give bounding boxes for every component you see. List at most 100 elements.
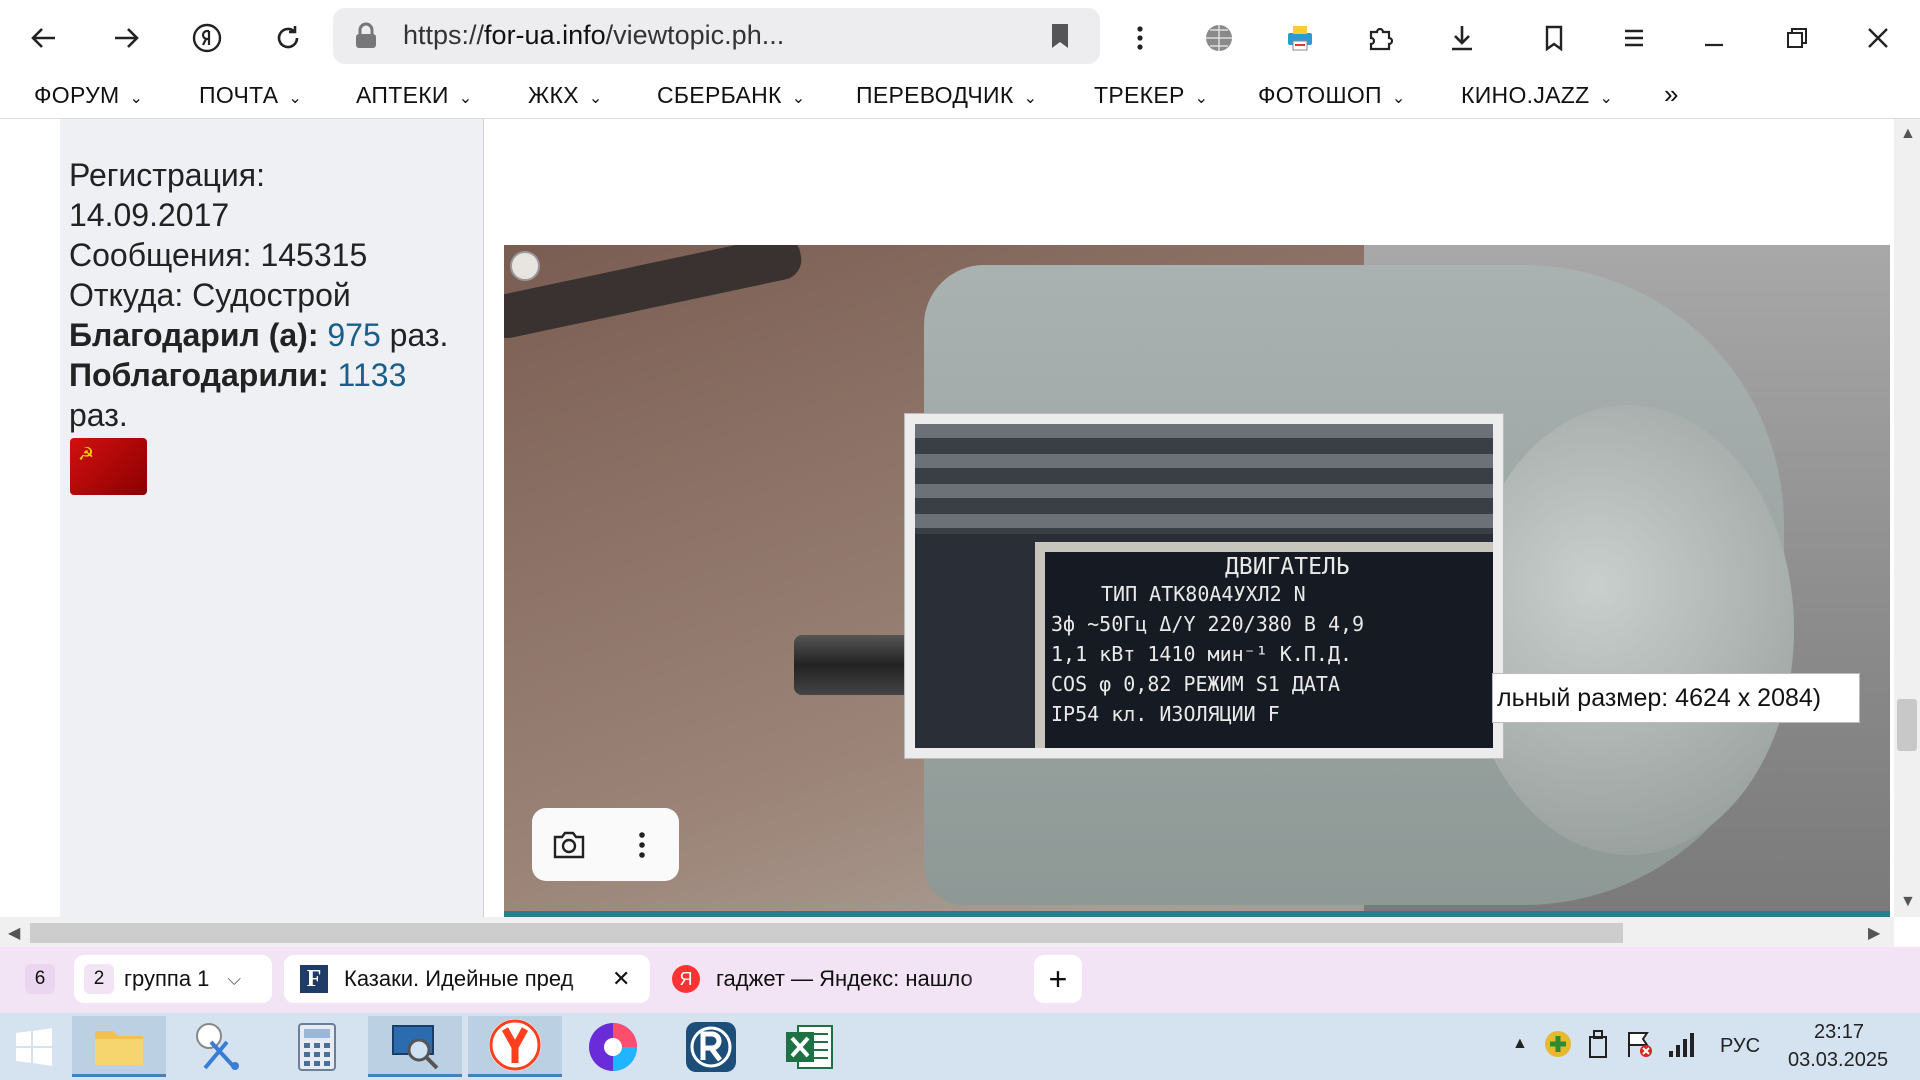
image-more-button[interactable] <box>605 808 678 881</box>
bookmark-translator[interactable]: ПЕРЕВОДЧИК ⌄ <box>856 82 1037 109</box>
taskbar-explorer[interactable] <box>72 1016 166 1077</box>
main-menu-button[interactable] <box>1610 14 1658 62</box>
bookmarks-more-button[interactable]: » <box>1664 79 1679 110</box>
tab-close-icon[interactable]: ✕ <box>612 966 630 992</box>
chevron-down-icon: ⌄ <box>791 90 806 107</box>
tab-count[interactable]: 6 <box>12 955 68 1003</box>
image-actions-pill <box>532 808 679 881</box>
thanked-line: Благодарил (а): 975 раз. <box>69 317 449 353</box>
image-size-tooltip: льный размер: 4624 x 2084) <box>1492 673 1860 723</box>
back-button[interactable] <box>20 14 68 62</box>
colorful-sphere-icon <box>589 1022 637 1071</box>
extensions-button[interactable] <box>1357 14 1405 62</box>
flag-alert-icon <box>1628 1032 1652 1057</box>
reload-button[interactable] <box>264 14 312 62</box>
tab-kazaki[interactable]: F Казаки. Идейные пред ✕ <box>284 955 650 1003</box>
print-extension-button[interactable] <box>1276 14 1324 62</box>
language-indicator[interactable]: РУС <box>1720 1035 1760 1058</box>
bookmark-zhkh[interactable]: ЖКХ ⌄ <box>528 82 603 109</box>
nameplate-line-power: 1,1 кВт 1410 мин⁻¹ К.П.Д. <box>1051 642 1353 666</box>
vertical-scroll-thumb[interactable] <box>1897 699 1917 751</box>
green-plus-icon <box>1545 1031 1571 1057</box>
bookmark-sberbank[interactable]: СБЕРБАНК ⌄ <box>657 82 805 109</box>
bookmark-photoshop[interactable]: ФОТОШОП ⌄ <box>1258 82 1406 109</box>
close-button[interactable] <box>1854 14 1902 62</box>
forward-button[interactable] <box>102 14 150 62</box>
address-bar[interactable]: https://for-ua.info/viewtopic.ph... <box>333 8 1100 64</box>
downloads-button[interactable] <box>1438 14 1486 62</box>
tab-group[interactable]: 2 группа 1 ⌵ <box>74 955 272 1003</box>
taskbar-app-r[interactable] <box>664 1016 758 1077</box>
tray-app-icon[interactable] <box>1543 1029 1573 1065</box>
collections-icon <box>1545 25 1563 52</box>
start-button[interactable] <box>0 1016 68 1077</box>
new-tab-button[interactable]: + <box>1034 955 1082 1003</box>
globe-icon <box>1206 25 1232 51</box>
image-search-button[interactable] <box>532 808 605 881</box>
yandex-button[interactable] <box>183 14 231 62</box>
download-icon <box>1452 26 1472 51</box>
monitor-search-icon <box>392 1025 439 1070</box>
arrow-left-icon <box>31 28 55 48</box>
collections-button[interactable] <box>1530 14 1578 62</box>
url-text: https://for-ua.info/viewtopic.ph... <box>403 20 785 50</box>
photo-motor-fan-cover <box>1464 405 1794 855</box>
zoom-in-icon[interactable] <box>510 251 540 281</box>
clock-time[interactable]: 23:17 <box>1814 1021 1864 1044</box>
bookmark-tracker[interactable]: ТРЕКЕР ⌄ <box>1094 82 1208 109</box>
taskbar-snipping[interactable] <box>172 1016 266 1077</box>
taskbar-app-sphere[interactable] <box>566 1016 660 1077</box>
bookmark-icon[interactable] <box>1049 22 1071 50</box>
nameplate-image: ДВИГАТЕЛЬ ТИП АТК80А4УХЛ2 N 3ф ~50Гц Δ/Y… <box>915 424 1493 748</box>
minimize-button[interactable] <box>1690 14 1738 62</box>
nameplate-line-type: ТИП АТК80А4УХЛ2 N <box>1101 582 1306 606</box>
bookmark-kinojazz[interactable]: КИНО.JAZZ ⌄ <box>1461 82 1613 109</box>
puzzle-icon <box>1369 27 1394 51</box>
calculator-icon <box>298 1022 336 1071</box>
ussr-flag-icon: ☭ <box>70 438 147 495</box>
vertical-scrollbar[interactable]: ▲ ▼ <box>1894 119 1920 917</box>
taskbar-remote-desktop[interactable] <box>368 1016 462 1077</box>
scroll-up-icon[interactable]: ▲ <box>1900 125 1916 143</box>
got-thanked-line: Поблагодарили: 1133 <box>69 357 407 393</box>
chevron-down-icon: ⌄ <box>1023 90 1038 107</box>
tray-network-icon[interactable] <box>1666 1029 1696 1065</box>
plus-icon: + <box>1048 960 1068 997</box>
got-thanked-link[interactable]: 1133 <box>338 357 407 393</box>
nameplate-title: ДВИГАТЕЛЬ <box>1225 554 1350 580</box>
bookmark-forum[interactable]: ФОРУМ ⌄ <box>34 82 143 109</box>
tray-expand-icon[interactable]: ▲ <box>1512 1035 1528 1053</box>
got-thanked-suffix: раз. <box>69 397 128 433</box>
scroll-left-icon[interactable]: ◀ <box>8 923 20 943</box>
scroll-down-icon[interactable]: ▼ <box>1900 893 1916 911</box>
signal-bars-icon <box>1669 1033 1694 1057</box>
translate-button[interactable] <box>1195 14 1243 62</box>
minimize-icon <box>1705 43 1723 47</box>
horizontal-scrollbar[interactable]: ◀ ▶ <box>0 917 1894 947</box>
tab-yandex-search[interactable]: Я гаджет — Яндекс: нашло <box>658 955 1006 1003</box>
taskbar-excel[interactable] <box>762 1016 856 1077</box>
thanked-link[interactable]: 975 <box>327 317 380 353</box>
tray-device-icon[interactable] <box>1584 1029 1612 1065</box>
post-author-panel: Регистрация: 14.09.2017 Сообщения: 14531… <box>60 119 483 917</box>
column-divider <box>483 119 484 917</box>
vertical-dots-icon <box>638 831 645 858</box>
scroll-right-icon[interactable]: ▶ <box>1868 923 1880 943</box>
restore-icon <box>1787 28 1807 48</box>
clock-date[interactable]: 03.03.2025 <box>1788 1049 1888 1072</box>
lock-icon <box>356 22 376 48</box>
tray-action-center-icon[interactable] <box>1624 1029 1654 1065</box>
forum-favicon-icon: F <box>300 965 328 993</box>
hamburger-icon <box>1625 29 1643 47</box>
chevron-down-icon: ⌄ <box>1599 90 1614 107</box>
close-icon <box>1868 28 1888 48</box>
taskbar-calculator[interactable] <box>270 1016 364 1077</box>
taskbar-yandex-browser[interactable] <box>468 1016 562 1077</box>
bookmark-apteki[interactable]: АПТЕКИ ⌄ <box>356 82 472 109</box>
menu-dots-button[interactable] <box>1116 14 1164 62</box>
bookmarks-bar: ФОРУМ ⌄ ПОЧТА ⌄ АПТЕКИ ⌄ ЖКХ ⌄ СБЕРБАНК ⌄ ПЕР… <box>0 76 1920 119</box>
bookmark-pochta[interactable]: ПОЧТА ⌄ <box>199 82 302 109</box>
chevron-down-icon: ⌵ <box>227 968 242 989</box>
horizontal-scroll-thumb[interactable] <box>30 923 1623 943</box>
restore-button[interactable] <box>1773 14 1821 62</box>
